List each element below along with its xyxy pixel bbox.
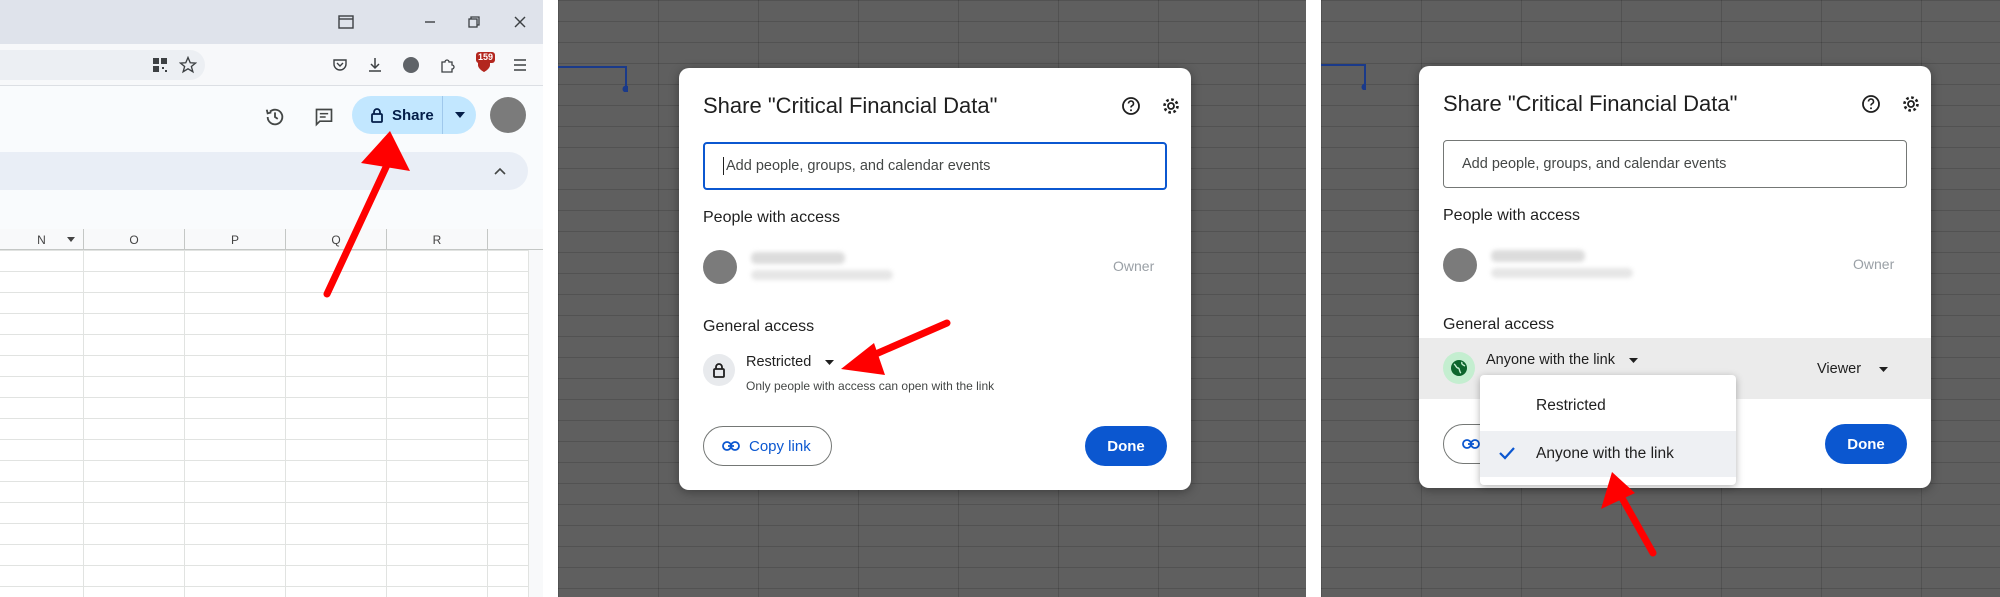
share-options-button[interactable] bbox=[443, 112, 476, 118]
menu-item-anyone-with-link[interactable]: Anyone with the link bbox=[1480, 431, 1736, 477]
pocket-icon[interactable] bbox=[330, 55, 350, 75]
tab-search-icon[interactable] bbox=[334, 10, 358, 34]
dialog-title: Share "Critical Financial Data" bbox=[1443, 91, 1738, 116]
column-header-o[interactable]: O bbox=[84, 229, 185, 250]
settings-gear-icon[interactable] bbox=[1159, 94, 1183, 118]
extensions-icon[interactable] bbox=[437, 55, 457, 75]
globe-icon bbox=[1443, 352, 1475, 384]
column-header-row: N O P Q R bbox=[0, 229, 543, 250]
general-access-value: Anyone with the link bbox=[1486, 352, 1615, 368]
menu-hamburger-icon[interactable] bbox=[510, 55, 530, 75]
caret-down-icon bbox=[1879, 366, 1889, 372]
close-icon[interactable] bbox=[508, 10, 532, 34]
comments-icon[interactable] bbox=[312, 105, 336, 129]
caret-down-icon bbox=[454, 112, 465, 118]
column-filter-caret-icon[interactable] bbox=[67, 237, 75, 242]
share-button-label: Share bbox=[392, 106, 434, 124]
owner-role: Owner bbox=[1113, 258, 1155, 274]
download-icon[interactable] bbox=[365, 55, 385, 75]
grid-line bbox=[487, 250, 488, 597]
help-icon[interactable] bbox=[1119, 94, 1143, 118]
spreadsheet-panel: 159 Share N O P Q R bbox=[0, 0, 543, 597]
column-header-r[interactable]: R bbox=[387, 229, 488, 250]
general-access-description: Only people with access can open with th… bbox=[746, 379, 995, 393]
cell-grid[interactable] bbox=[0, 250, 528, 597]
collapse-bar bbox=[0, 152, 528, 190]
people-with-access-label: People with access bbox=[703, 209, 840, 226]
extension-badge: 159 bbox=[476, 52, 496, 63]
people-with-access-label: People with access bbox=[1443, 207, 1580, 224]
browser-toolbar: 159 bbox=[0, 44, 543, 86]
role-dropdown[interactable]: Viewer bbox=[1817, 361, 1889, 377]
grid-line bbox=[386, 250, 387, 597]
vertical-scrollbar[interactable] bbox=[528, 250, 543, 597]
share-dialog-public-panel: Share "Critical Financial Data" Add peop… bbox=[1321, 0, 2000, 597]
minimize-icon[interactable] bbox=[418, 10, 442, 34]
help-icon[interactable] bbox=[1859, 92, 1883, 116]
dialog-title: Share "Critical Financial Data" bbox=[703, 93, 998, 118]
column-header-p[interactable]: P bbox=[185, 229, 286, 250]
version-history-icon[interactable] bbox=[263, 105, 287, 129]
link-icon bbox=[722, 441, 740, 451]
menu-item-restricted[interactable]: Restricted bbox=[1480, 383, 1736, 429]
general-access-dropdown[interactable]: Anyone with the link bbox=[1486, 352, 1638, 368]
account-avatar[interactable] bbox=[490, 97, 526, 133]
settings-gear-icon[interactable] bbox=[1899, 92, 1923, 116]
share-dialog: Share "Critical Financial Data" Add peop… bbox=[679, 68, 1191, 490]
column-header-q[interactable]: Q bbox=[286, 229, 387, 250]
owner-avatar bbox=[703, 250, 737, 284]
restore-icon[interactable] bbox=[462, 10, 486, 34]
owner-email-redacted bbox=[751, 270, 893, 280]
add-people-placeholder: Add people, groups, and calendar events bbox=[726, 158, 991, 174]
owner-name-redacted bbox=[1491, 250, 1585, 262]
share-dialog: Share "Critical Financial Data" Add peop… bbox=[1419, 66, 1931, 488]
chevron-up-icon[interactable] bbox=[490, 161, 510, 181]
add-people-input[interactable]: Add people, groups, and calendar events bbox=[703, 142, 1167, 190]
general-access-label: General access bbox=[1443, 316, 1555, 333]
bookmark-star-icon[interactable] bbox=[178, 55, 198, 75]
qr-code-icon[interactable] bbox=[150, 55, 170, 75]
owner-role: Owner bbox=[1853, 256, 1895, 272]
done-button[interactable]: Done bbox=[1085, 426, 1167, 466]
lock-icon bbox=[703, 354, 735, 386]
grid-line bbox=[83, 250, 84, 597]
general-access-label: General access bbox=[703, 318, 815, 335]
grid-line bbox=[285, 250, 286, 597]
selected-cell-outline bbox=[1321, 64, 1366, 90]
profile-circle-icon[interactable] bbox=[401, 55, 421, 75]
share-button[interactable]: Share bbox=[352, 96, 476, 134]
selected-cell-outline bbox=[558, 66, 628, 92]
caret-down-icon bbox=[825, 359, 835, 365]
window-titlebar bbox=[0, 0, 543, 44]
checkmark-icon bbox=[1499, 447, 1515, 460]
owner-avatar bbox=[1443, 248, 1477, 282]
text-cursor bbox=[723, 157, 724, 175]
link-icon bbox=[1462, 439, 1480, 449]
copy-link-button[interactable]: Copy link bbox=[703, 426, 832, 466]
general-access-menu: Restricted Anyone with the link bbox=[1480, 375, 1736, 485]
share-main-button[interactable]: Share bbox=[352, 96, 442, 134]
column-header-n[interactable]: N bbox=[0, 229, 84, 250]
general-access-dropdown[interactable]: Restricted bbox=[746, 354, 835, 370]
caret-down-icon bbox=[1629, 357, 1638, 363]
general-access-value: Restricted bbox=[746, 354, 812, 370]
owner-email-redacted bbox=[1491, 268, 1633, 278]
done-button[interactable]: Done bbox=[1825, 424, 1907, 464]
share-dialog-restricted-panel: Share "Critical Financial Data" Add peop… bbox=[558, 0, 1306, 597]
owner-name-redacted bbox=[751, 252, 845, 264]
grid-line bbox=[184, 250, 185, 597]
menu-item-anyone-with-link-label: Anyone with the link bbox=[1536, 445, 1674, 462]
address-bar[interactable] bbox=[0, 50, 205, 80]
lock-icon bbox=[371, 108, 383, 123]
role-value: Viewer bbox=[1817, 361, 1862, 377]
copy-link-label: Copy link bbox=[749, 437, 811, 455]
add-people-input[interactable]: Add people, groups, and calendar events bbox=[1443, 140, 1907, 188]
